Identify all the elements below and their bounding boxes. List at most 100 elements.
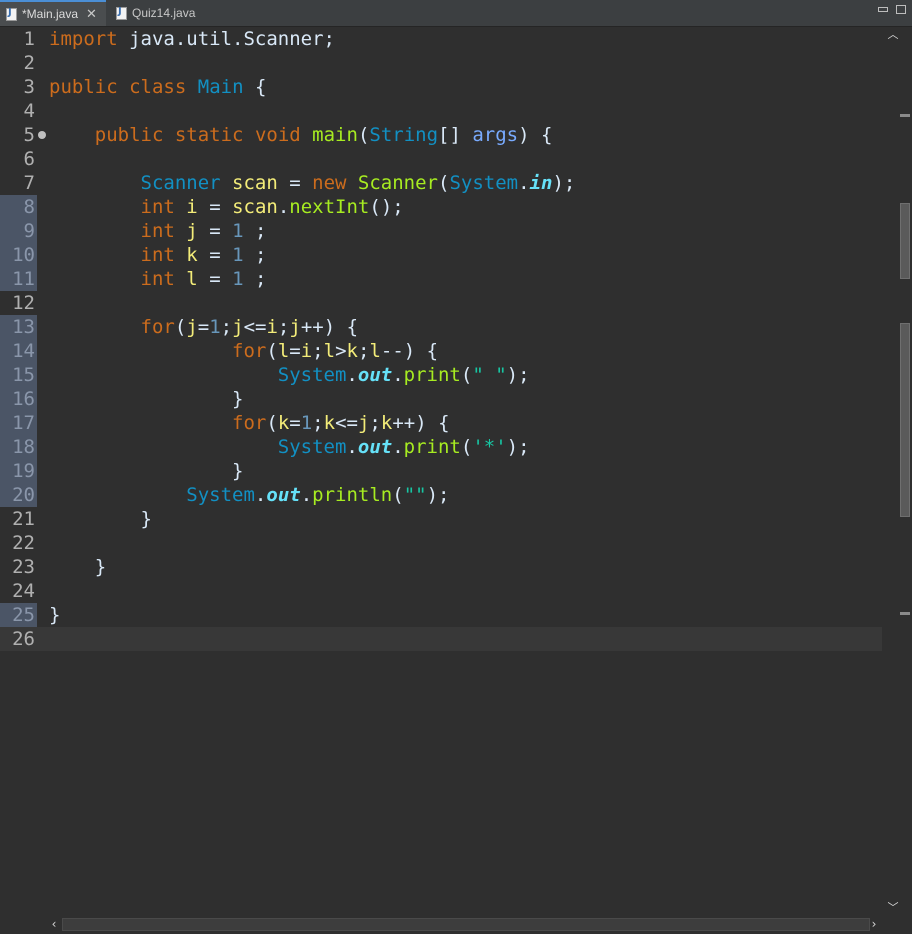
code-token: ); bbox=[506, 436, 530, 458]
line-number: 17 bbox=[0, 411, 37, 435]
code-token: print bbox=[403, 436, 461, 458]
code-line[interactable]: 9 int j = 1 ; bbox=[0, 219, 882, 243]
code-line[interactable]: 3 public class Main { bbox=[0, 75, 882, 99]
code-token: . bbox=[277, 196, 290, 218]
code-text: } bbox=[49, 387, 243, 411]
code-line[interactable]: 19 } bbox=[0, 459, 882, 483]
code-line[interactable]: 7 Scanner scan = new Scanner(System.in); bbox=[0, 171, 882, 195]
java-file-icon bbox=[6, 7, 17, 21]
code-text: int k = 1 ; bbox=[49, 243, 267, 267]
code-token: for bbox=[140, 316, 175, 338]
code-line[interactable]: 22 bbox=[0, 531, 882, 555]
code-token: import bbox=[49, 28, 118, 50]
code-line[interactable]: 2 bbox=[0, 51, 882, 75]
code-token: = bbox=[289, 340, 301, 362]
code-token: println bbox=[312, 484, 393, 506]
code-token: ; bbox=[312, 340, 324, 362]
code-token: ; bbox=[357, 340, 370, 362]
line-number: 20 bbox=[0, 483, 37, 507]
code-line[interactable]: 16 } bbox=[0, 387, 882, 411]
code-line[interactable]: 13 for(j=1;j<=i;j++) { bbox=[0, 315, 882, 339]
code-token: ( bbox=[460, 364, 473, 386]
code-line[interactable]: 5 public static void main(String[] args)… bbox=[0, 123, 882, 147]
code-line[interactable]: 23 } bbox=[0, 555, 882, 579]
code-token: for bbox=[232, 412, 267, 434]
scroll-up-arrow-icon[interactable]: ︿ bbox=[886, 29, 900, 41]
line-number: 6 bbox=[23, 148, 35, 170]
scroll-down-arrow-icon[interactable]: ﹀ bbox=[886, 902, 900, 914]
line-number: 19 bbox=[0, 459, 37, 483]
code-token: = bbox=[197, 268, 233, 290]
scroll-left-arrow-icon[interactable]: ‹ bbox=[48, 917, 60, 931]
close-icon[interactable]: ✕ bbox=[86, 6, 97, 22]
fold-toggle-icon[interactable] bbox=[38, 131, 46, 139]
code-token: = bbox=[197, 244, 233, 266]
horizontal-scrollbar[interactable]: ‹ › bbox=[48, 916, 882, 934]
code-token: class bbox=[129, 76, 187, 98]
code-editor[interactable]: 1 import java.util.Scanner; 2 3 public class… bbox=[0, 27, 882, 916]
line-number: 24 bbox=[12, 580, 35, 602]
code-line[interactable]: 17 for(k=1;k<=j;k++) { bbox=[0, 411, 882, 435]
code-token: k bbox=[323, 412, 336, 434]
code-token: args bbox=[472, 124, 519, 146]
code-token: l bbox=[369, 340, 381, 362]
code-token: ( bbox=[357, 124, 370, 146]
code-line[interactable]: 1 import java.util.Scanner; bbox=[0, 27, 882, 51]
line-number: 16 bbox=[0, 387, 37, 411]
code-line[interactable]: 20 System.out.println(""); bbox=[0, 483, 882, 507]
code-line[interactable]: 24 bbox=[0, 579, 882, 603]
horizontal-scroll-thumb[interactable] bbox=[62, 918, 870, 931]
code-line[interactable]: 25} bbox=[0, 603, 882, 627]
code-line[interactable]: 14 for(l=i;l>k;l--) { bbox=[0, 339, 882, 363]
code-line[interactable]: 6 bbox=[0, 147, 882, 171]
scroll-right-arrow-icon[interactable]: › bbox=[868, 917, 880, 931]
code-line[interactable]: 4 bbox=[0, 99, 882, 123]
minimize-icon[interactable] bbox=[878, 7, 888, 12]
code-line[interactable]: 21 } bbox=[0, 507, 882, 531]
code-text: for(j=1;j<=i;j++) { bbox=[49, 315, 359, 339]
line-number: 23 bbox=[12, 556, 35, 578]
code-token: 1 bbox=[300, 412, 313, 434]
code-text: } bbox=[49, 459, 243, 483]
code-token: . bbox=[392, 436, 404, 458]
code-token: scan bbox=[232, 172, 278, 194]
code-token: ; bbox=[243, 220, 267, 242]
code-text: } bbox=[49, 507, 152, 531]
code-line[interactable]: 8 int i = scan.nextInt(); bbox=[0, 195, 882, 219]
code-line[interactable]: 26 bbox=[0, 627, 882, 651]
tab-quiz14-java[interactable]: Quiz14.java bbox=[110, 2, 200, 24]
code-line[interactable]: 12 bbox=[0, 291, 882, 315]
code-token: = bbox=[289, 412, 301, 434]
maximize-icon[interactable] bbox=[896, 5, 906, 14]
code-token: 1 bbox=[209, 316, 221, 338]
code-line[interactable]: 18 System.out.print('*'); bbox=[0, 435, 882, 459]
code-token: j bbox=[186, 316, 198, 338]
tab-main-java[interactable]: *Main.java ✕ bbox=[0, 0, 106, 26]
vertical-scrollbar[interactable]: ︿ ﹀ bbox=[882, 27, 912, 916]
code-token: out bbox=[357, 364, 393, 386]
line-number: 25 bbox=[0, 603, 37, 627]
code-token: j bbox=[232, 316, 244, 338]
code-token: ( bbox=[174, 316, 187, 338]
code-token: 1 bbox=[232, 268, 244, 290]
line-number: 12 bbox=[12, 292, 35, 314]
code-token: out bbox=[266, 484, 301, 506]
code-token: ; bbox=[220, 316, 233, 338]
line-number: 3 bbox=[23, 76, 35, 98]
code-token: . bbox=[392, 364, 404, 386]
code-line[interactable]: 10 int k = 1 ; bbox=[0, 243, 882, 267]
code-line[interactable]: 11 int l = 1 ; bbox=[0, 267, 882, 291]
code-token: } bbox=[49, 604, 61, 626]
code-line[interactable]: 15 System.out.print(" "); bbox=[0, 363, 882, 387]
line-number: 5 bbox=[23, 124, 35, 146]
code-text: int j = 1 ; bbox=[49, 219, 267, 243]
line-number: 9 bbox=[0, 219, 37, 243]
code-token: ( bbox=[438, 172, 450, 194]
code-token: <= bbox=[335, 412, 358, 434]
code-token: ( bbox=[392, 484, 404, 506]
